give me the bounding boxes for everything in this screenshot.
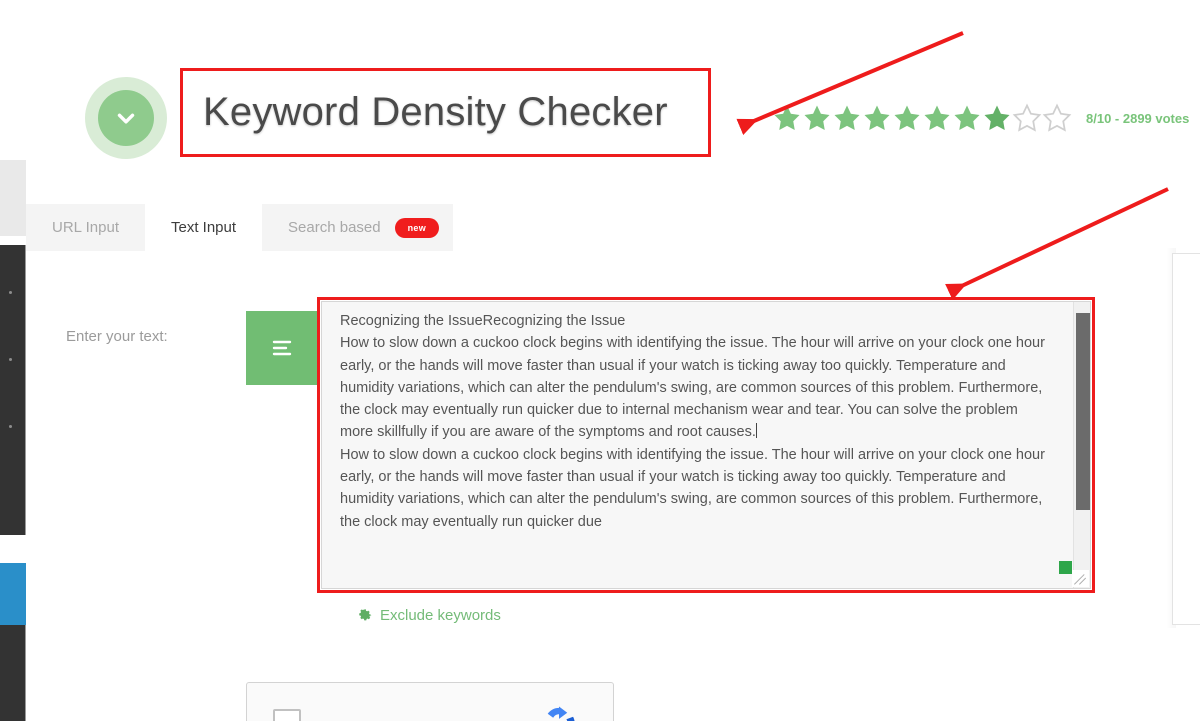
star-icon-filled — [924, 105, 950, 130]
recaptcha-widget[interactable] — [246, 682, 614, 721]
chevron-down-icon — [98, 90, 154, 146]
rail-bullet — [9, 425, 12, 428]
rating-text: 8/10 - 2899 votes — [1086, 110, 1190, 126]
exclude-keywords-label: Exclude keywords — [380, 607, 501, 624]
tab-url-input[interactable]: URL Input — [26, 204, 145, 251]
tab-bar: URL Input Text Input Search based new — [26, 204, 454, 251]
tab-search-based[interactable]: Search based new — [262, 204, 454, 251]
rail-bullet — [9, 358, 12, 361]
rail-bullet — [9, 291, 12, 294]
star-icon-filled — [804, 105, 830, 130]
recaptcha-icon — [547, 706, 575, 721]
left-rail-panel-dark-bottom[interactable] — [0, 625, 26, 721]
textarea-highlight-box — [317, 297, 1095, 593]
rating-widget[interactable]: 8/10 - 2899 votes — [772, 103, 1189, 133]
star-icon-filled — [984, 105, 1010, 130]
star-icon-empty — [1042, 103, 1072, 132]
star-icon-filled — [864, 105, 890, 130]
star-icon-filled — [894, 105, 920, 130]
gear-icon — [359, 609, 372, 621]
recaptcha-checkbox[interactable] — [273, 709, 301, 721]
enter-text-label: Enter your text: — [66, 328, 168, 345]
tab-label: Text Input — [170, 219, 237, 236]
align-left-icon — [246, 311, 318, 385]
new-badge: new — [394, 217, 440, 238]
tab-text-input[interactable]: Text Input — [144, 204, 263, 251]
title-highlight-box: Keyword Density Checker — [180, 68, 711, 157]
app-root: Keyword Density Checker 8/10 - 2899 vote… — [0, 0, 1200, 721]
tab-label: URL Input — [52, 219, 119, 236]
left-rail-panel-blue[interactable] — [0, 563, 26, 625]
page-title: Keyword Density Checker — [203, 90, 668, 134]
star-icon-filled — [954, 105, 980, 130]
star-icon-empty — [1012, 103, 1042, 132]
logo-badge — [85, 77, 167, 159]
exclude-keywords-link[interactable]: Exclude keywords — [358, 607, 501, 624]
star-icon-filled — [774, 105, 800, 130]
star-icon-filled — [834, 105, 860, 130]
tab-label: Search based — [288, 219, 381, 236]
right-side-card — [1172, 253, 1200, 625]
left-rail-panel-dark-top[interactable] — [0, 245, 26, 535]
page-header: Keyword Density Checker 8/10 - 2899 vote… — [0, 0, 1200, 175]
